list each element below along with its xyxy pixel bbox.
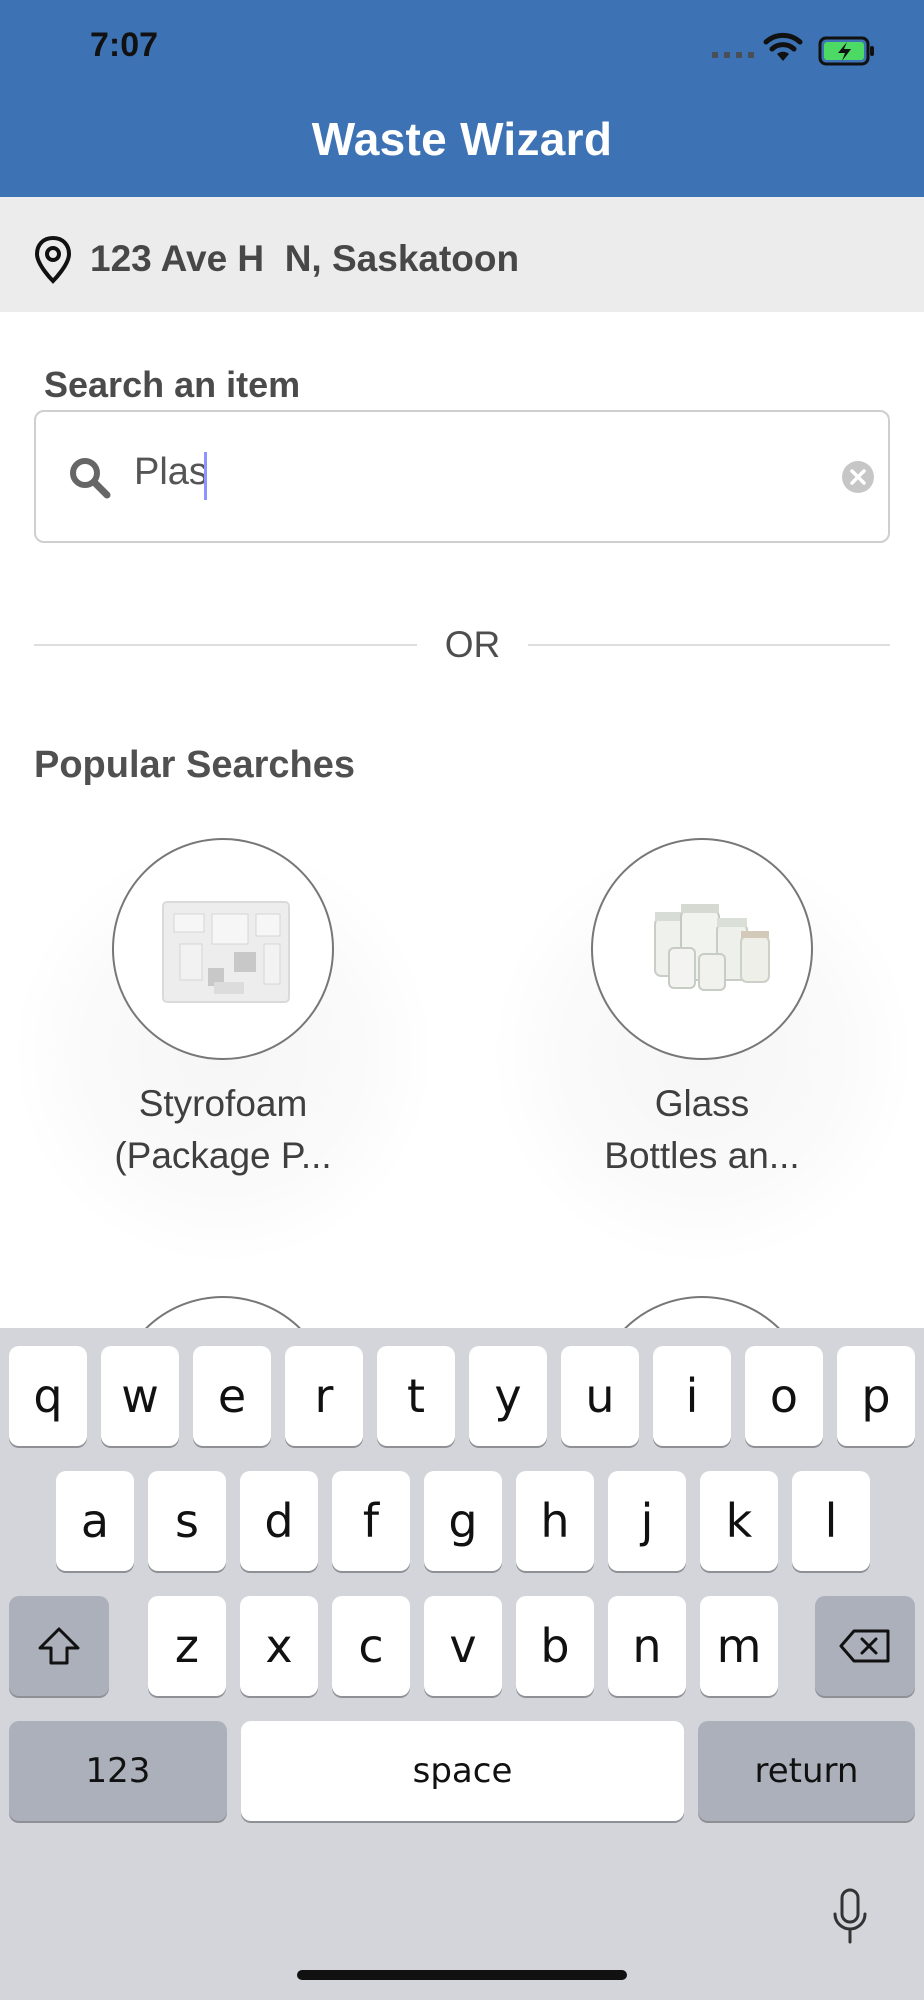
wifi-icon	[763, 32, 803, 61]
status-time: 7:07	[90, 26, 159, 64]
location-address: 123 Ave H N, Saskatoon	[90, 238, 520, 279]
key-a[interactable]: a	[56, 1471, 134, 1571]
return-key[interactable]: return	[698, 1721, 915, 1821]
search-label: Search an item	[44, 364, 301, 405]
popular-item-label: Glass Bottles an...	[604, 1083, 800, 1176]
key-g[interactable]: g	[424, 1471, 502, 1571]
key-l[interactable]: l	[792, 1471, 870, 1571]
divider-line	[528, 644, 890, 646]
key-z[interactable]: z	[148, 1596, 226, 1696]
glass-jars-image	[591, 838, 813, 1060]
key-f[interactable]: f	[332, 1471, 410, 1571]
popular-searches-title: Popular Searches	[34, 744, 356, 786]
key-s[interactable]: s	[148, 1471, 226, 1571]
key-v[interactable]: v	[424, 1596, 502, 1696]
search-icon	[70, 458, 111, 499]
key-x[interactable]: x	[240, 1596, 318, 1696]
key-e[interactable]: e	[193, 1346, 271, 1446]
home-indicator[interactable]	[297, 1970, 627, 1980]
search-input[interactable]: Plas	[134, 451, 208, 494]
microphone-icon[interactable]	[832, 1888, 868, 1946]
key-r[interactable]: r	[285, 1346, 363, 1446]
key-b[interactable]: b	[516, 1596, 594, 1696]
key-u[interactable]: u	[561, 1346, 639, 1446]
styrofoam-image	[112, 838, 334, 1060]
text-cursor	[204, 452, 207, 500]
key-w[interactable]: w	[101, 1346, 179, 1446]
key-n[interactable]: n	[608, 1596, 686, 1696]
key-m[interactable]: m	[700, 1596, 778, 1696]
or-divider-text: OR	[444, 624, 501, 665]
location-pin-icon	[34, 235, 72, 284]
key-k[interactable]: k	[700, 1471, 778, 1571]
key-o[interactable]: o	[745, 1346, 823, 1446]
key-c[interactable]: c	[332, 1596, 410, 1696]
key-j[interactable]: j	[608, 1471, 686, 1571]
key-i[interactable]: i	[653, 1346, 731, 1446]
cellular-signal-icon	[712, 52, 754, 58]
key-t[interactable]: t	[377, 1346, 455, 1446]
key-y[interactable]: y	[469, 1346, 547, 1446]
page-title: Waste Wizard	[311, 113, 613, 165]
divider-line	[34, 644, 417, 646]
backspace-key[interactable]	[815, 1596, 915, 1696]
key-d[interactable]: d	[240, 1471, 318, 1571]
key-p[interactable]: p	[837, 1346, 915, 1446]
key-q[interactable]: q	[9, 1346, 87, 1446]
on-screen-keyboard: q w e r t y u i o p a s d f g h j k l z …	[0, 1328, 924, 2000]
numbers-key[interactable]: 123	[9, 1721, 227, 1821]
space-key[interactable]: space	[241, 1721, 684, 1821]
key-h[interactable]: h	[516, 1471, 594, 1571]
backspace-icon	[839, 1629, 890, 1663]
popular-item-label: Styrofoam (Package P...	[114, 1083, 332, 1176]
battery-charging-icon	[818, 36, 874, 66]
shift-key[interactable]	[9, 1596, 109, 1696]
shift-icon	[38, 1627, 80, 1665]
clear-icon[interactable]	[841, 460, 875, 494]
